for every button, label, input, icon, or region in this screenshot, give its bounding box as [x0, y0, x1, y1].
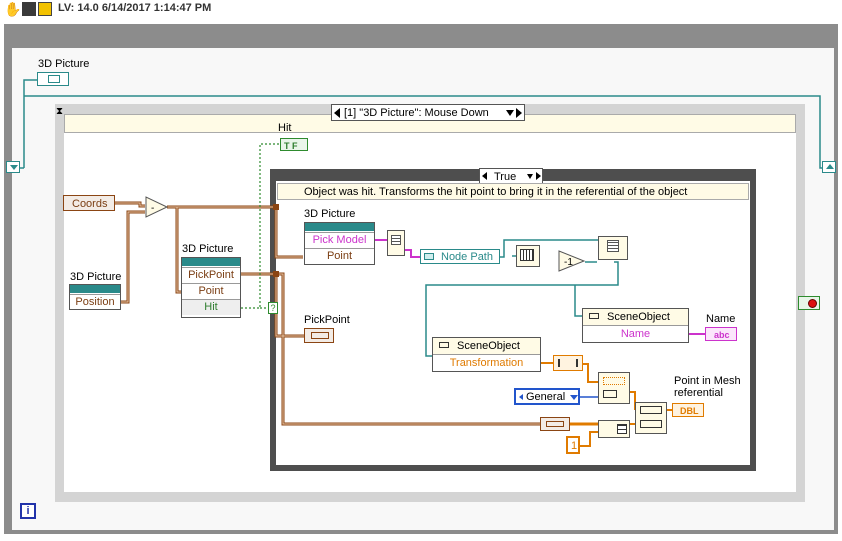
- cluster-array-icon: [546, 421, 564, 427]
- subtract-node[interactable]: -: [145, 196, 169, 218]
- wire-junction: [273, 271, 279, 277]
- pickmodel-node-label: 3D Picture: [304, 208, 356, 220]
- picture-icon: [48, 75, 60, 83]
- point-in-mesh-indicator[interactable]: DBL: [672, 403, 704, 417]
- dbl-label: DBL: [680, 406, 699, 416]
- array-icon: [617, 424, 627, 434]
- hit-row[interactable]: Hit: [182, 299, 240, 315]
- case-bool-tunnel[interactable]: ?: [268, 302, 278, 314]
- array-grid-icon: [391, 235, 401, 245]
- pickpoint-node-label: 3D Picture: [182, 243, 234, 255]
- hit-indicator-label: Hit: [278, 122, 292, 134]
- property-node-icon: [439, 342, 449, 348]
- sceneobject-transform-header: SceneObject: [433, 338, 540, 355]
- pickmodel-point-row-label: Point: [326, 250, 353, 262]
- general-label: General: [526, 391, 566, 403]
- one-label: 1: [571, 440, 578, 452]
- sceneobject-name-title: SceneObject: [607, 311, 670, 323]
- down-arrow-icon: [10, 165, 18, 170]
- picture-control-terminal[interactable]: [37, 72, 69, 86]
- decrement-node[interactable]: -1: [558, 250, 586, 272]
- array-bracket-icon: [558, 359, 578, 367]
- pickpoint-property-node[interactable]: PickPoint Point Hit: [181, 257, 241, 318]
- refnum-wire-top: [23, 79, 38, 168]
- index-array-node-2[interactable]: [598, 236, 628, 260]
- coords-label: Coords: [72, 198, 108, 210]
- position-node-label: 3D Picture: [70, 271, 122, 283]
- matrix-multiply-node[interactable]: [635, 402, 667, 434]
- cluster-icon: [311, 332, 329, 339]
- sceneobject-transformation-node[interactable]: SceneObject Transformation: [432, 337, 541, 372]
- pickmodel-row-label: Pick Model: [312, 234, 367, 246]
- sceneobject-name-row[interactable]: Name: [583, 327, 688, 343]
- name-indicator-label: Name: [706, 313, 736, 325]
- build-array-node[interactable]: [598, 420, 630, 438]
- enum-dropdown-icon: [570, 395, 578, 400]
- pickpoint-indicator[interactable]: [304, 328, 334, 343]
- picture-control-label: 3D Picture: [38, 58, 90, 70]
- point-row-label: Point: [198, 285, 224, 297]
- node-path-label: Node Path: [441, 251, 493, 263]
- matrix-icon: [603, 390, 617, 398]
- hit-indicator[interactable]: T F: [280, 138, 308, 151]
- stop-terminal[interactable]: [798, 296, 820, 310]
- pickmodel-point-row[interactable]: Point: [305, 248, 374, 264]
- cluster-to-array-node[interactable]: [540, 417, 570, 431]
- hit-row-label: Hit: [204, 301, 218, 313]
- general-enum-constant[interactable]: General: [514, 388, 580, 405]
- loop-left-tunnel[interactable]: [6, 161, 20, 173]
- up-arrow-icon: [826, 164, 834, 169]
- pickmodel-invoke-node[interactable]: Pick Model Point: [304, 222, 375, 265]
- position-wire: [121, 210, 145, 304]
- pickpoint-node-header: [182, 258, 240, 266]
- abc-label: abc: [714, 330, 730, 340]
- loop-right-tunnel[interactable]: [822, 161, 836, 173]
- matrix-inverse-node[interactable]: [598, 372, 630, 404]
- hit-wire: [241, 143, 280, 309]
- matrix-icon: [603, 377, 625, 385]
- wire-layer: [14, 79, 828, 447]
- sceneobject-transform-title: SceneObject: [457, 340, 520, 352]
- sceneobject-transform-row[interactable]: Transformation: [433, 356, 540, 372]
- position-row-label: Position: [75, 296, 115, 308]
- index-array-node-1[interactable]: [387, 230, 405, 256]
- array-size-icon: [520, 249, 534, 261]
- point-in-mesh-label: Point in Mesh referential: [674, 375, 741, 399]
- node-path-node[interactable]: Node Path: [420, 249, 500, 264]
- matrix-icon: [640, 420, 662, 428]
- sceneobject-name-node[interactable]: SceneObject Name: [582, 308, 689, 343]
- constant-one[interactable]: 1: [566, 436, 580, 454]
- sub-out-wire: [167, 205, 182, 294]
- stop-icon: [808, 299, 817, 308]
- pickpoint-row-label: PickPoint: [188, 269, 234, 281]
- refnum-wire-loop: [24, 95, 828, 169]
- name-indicator[interactable]: abc: [705, 327, 737, 341]
- refnum-wires: [14, 79, 828, 169]
- refnum-icon: [424, 253, 434, 260]
- bool-wires: [241, 143, 280, 309]
- position-node-header: [70, 285, 120, 293]
- svg-text:-1: -1: [564, 257, 573, 268]
- name-row-label: Name: [620, 328, 651, 340]
- wire-junction: [273, 204, 279, 210]
- svg-text:-: -: [151, 203, 154, 214]
- position-node-row[interactable]: Position: [70, 294, 120, 310]
- array-size-node[interactable]: [516, 245, 540, 267]
- enum-left-arrow-icon: [519, 394, 523, 400]
- pickmodel-row[interactable]: Pick Model: [305, 232, 374, 248]
- property-node-icon: [589, 313, 599, 319]
- transformation-row-label: Transformation: [449, 357, 524, 369]
- coords-event-data[interactable]: Coords: [63, 195, 115, 211]
- sceneobject-name-header: SceneObject: [583, 309, 688, 326]
- pickpoint-row[interactable]: PickPoint: [182, 267, 240, 283]
- array-unbundle-node[interactable]: [553, 355, 583, 371]
- position-property-node[interactable]: Position: [69, 284, 121, 310]
- pickpoint-indicator-label: PickPoint: [304, 314, 350, 326]
- pickmodel-node-header: [305, 223, 374, 231]
- tf-label: T F: [284, 141, 298, 151]
- array-grid-icon: [607, 240, 619, 252]
- matrix-icon: [640, 406, 662, 414]
- point-row[interactable]: Point: [182, 283, 240, 299]
